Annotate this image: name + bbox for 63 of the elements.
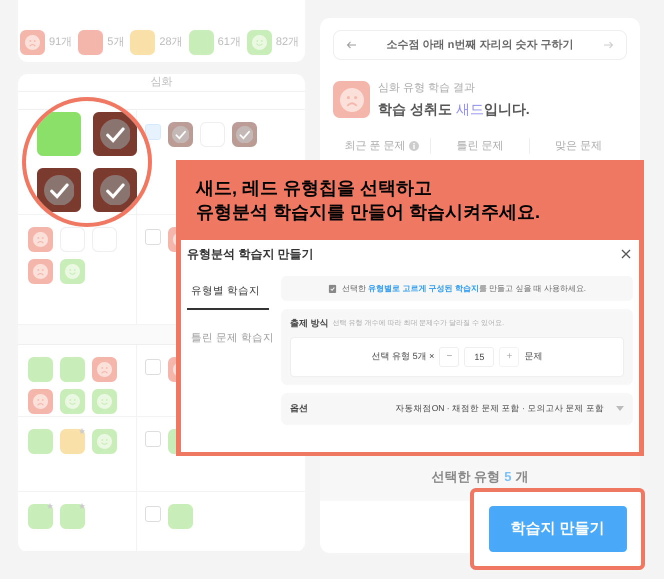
minus-button[interactable]: −: [439, 346, 460, 366]
options-value: 자동채점ON · 채점한 문제 포함 · 모의고사 문제 포함: [396, 402, 604, 415]
check-icon: [44, 174, 74, 206]
row-checkbox[interactable]: [145, 124, 161, 140]
smile-face-icon: [252, 35, 267, 50]
chip-count: 5개: [107, 35, 124, 50]
smile-face-icon: [65, 394, 80, 409]
row-checkbox[interactable]: [145, 506, 161, 522]
row-checkbox[interactable]: [145, 431, 161, 447]
star-icon: [79, 428, 85, 434]
chip-count: 28개: [159, 35, 183, 50]
info-text: 선택한 유형별로 고르게 구성된 학습지를 만들고 싶을 때 사용하세요.: [342, 282, 586, 294]
section-title: 심화: [150, 75, 172, 90]
stepper-unit: 문제: [524, 350, 542, 363]
smile-face-icon: [97, 434, 112, 449]
row-checkbox[interactable]: [145, 228, 161, 245]
check-icon: [236, 126, 254, 144]
chip-count: 82개: [276, 35, 300, 50]
type-title: 소수점 아래 n번째 자리의 숫자 구하기: [386, 38, 574, 53]
callout-text: 유형분석 학습지를 만들어 학습시켜주세요.: [196, 201, 542, 224]
count-field[interactable]: 15: [464, 346, 494, 366]
sad-face-icon: [25, 35, 40, 50]
modal-tab[interactable]: 유형별 학습지: [187, 276, 269, 310]
options-dropdown[interactable]: 옵션 자동채점ON · 채점한 문제 포함 · 모의고사 문제 포함: [281, 392, 633, 424]
check-icon: [100, 118, 130, 150]
info-icon[interactable]: [408, 140, 419, 151]
result-label: 심화 유형 학습 결과: [378, 81, 476, 96]
type-chip[interactable]: [37, 168, 81, 212]
options-label: 옵션: [290, 402, 308, 415]
stat-label: 최근 푼 문제: [344, 138, 406, 154]
result-text: 학습 성취도 새드입니다.: [378, 100, 530, 118]
stat-label: 틀린 문제: [456, 138, 504, 154]
chip-count: 91개: [49, 35, 72, 50]
check-icon: [172, 126, 190, 144]
row-checkbox[interactable]: [145, 359, 161, 375]
close-icon: [621, 249, 631, 259]
check-icon: [100, 174, 130, 206]
stat-label: 맞은 문제: [554, 138, 602, 154]
close-button[interactable]: [619, 247, 633, 261]
selection-unit: 개: [515, 468, 528, 486]
left-arrow-icon[interactable]: [346, 41, 356, 49]
selection-count: 5: [504, 468, 512, 486]
sad-face-icon: [33, 264, 48, 279]
modal-title: 유형분석 학습지 만들기: [187, 246, 314, 263]
right-arrow-icon[interactable]: [604, 41, 614, 49]
callout-text: 새드, 레드 유형칩을 선택하고: [196, 177, 434, 200]
selection-label: 선택한 유형: [432, 468, 500, 486]
smile-face-icon: [97, 394, 112, 409]
type-chip[interactable]: [93, 112, 137, 156]
sad-face-icon: [33, 394, 48, 409]
sad-face-icon: [33, 232, 48, 247]
sad-face-icon: [97, 362, 112, 377]
stepper-label: 선택 유형 5개 ×: [372, 350, 434, 363]
type-chip[interactable]: [93, 168, 137, 212]
star-icon: [79, 503, 85, 509]
sad-face-icon: [340, 88, 364, 112]
method-label: 출제 방식: [290, 317, 329, 330]
clipboard-icon: [328, 284, 337, 293]
create-sheet-button[interactable]: 학습지 만들기: [488, 506, 626, 552]
caret-icon: [616, 406, 624, 411]
star-icon: [47, 503, 53, 509]
smile-face-icon: [65, 264, 80, 279]
chip-count: 61개: [218, 35, 241, 50]
